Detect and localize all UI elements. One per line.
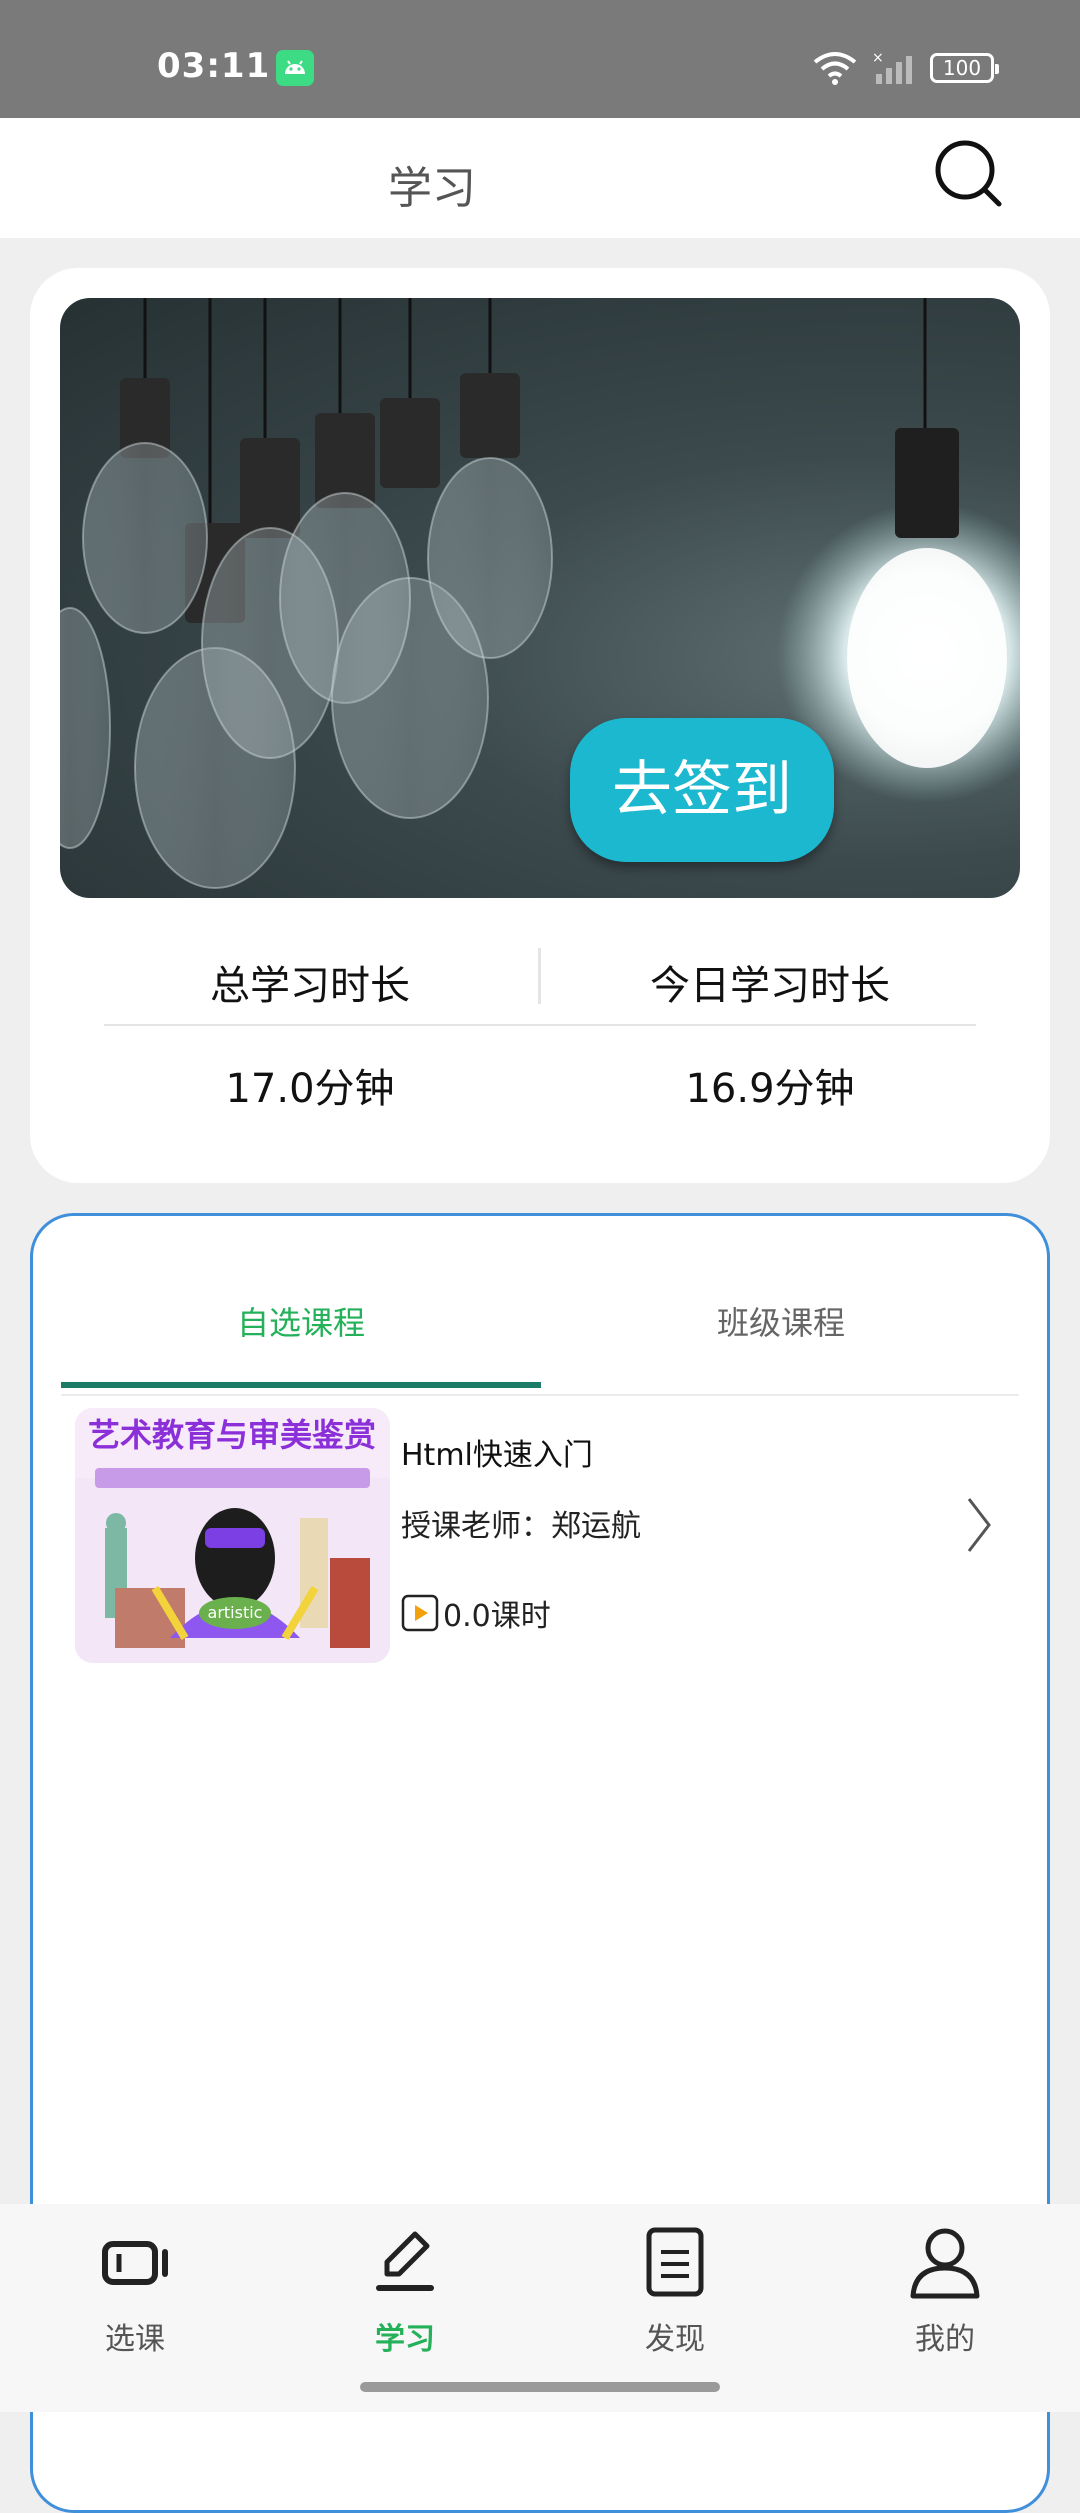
- nav-item-course-select[interactable]: 选课: [0, 2204, 270, 2384]
- status-time: 03:11: [157, 46, 271, 86]
- banner-image: 去签到: [60, 298, 1020, 898]
- study-summary-card: 去签到 总学习时长 今日学习时长 17.0分钟 16.9分钟: [30, 268, 1050, 1183]
- chevron-right-icon[interactable]: [961, 1493, 997, 1557]
- status-bar: 03:11 × 100: [0, 0, 1080, 118]
- home-indicator[interactable]: [360, 2382, 720, 2392]
- document-icon: [646, 2227, 704, 2297]
- thumbnail-title: 艺术教育与审美鉴赏: [88, 1416, 376, 1454]
- tab-baseline: [61, 1394, 1019, 1396]
- search-icon: [935, 140, 1002, 207]
- nav-item-mine[interactable]: 我的: [810, 2204, 1080, 2384]
- play-icon: [401, 1594, 439, 1632]
- study-stats: 总学习时长 今日学习时长 17.0分钟 16.9分钟: [30, 928, 1050, 1128]
- course-title: Html快速入门: [401, 1438, 593, 1473]
- course-select-icon: [102, 2241, 168, 2285]
- tab-elective-courses[interactable]: 自选课程: [61, 1298, 541, 1344]
- total-study-time-value: 17.0分钟: [225, 1066, 395, 1112]
- search-button[interactable]: [933, 138, 1005, 210]
- course-hours: 0.0课时: [401, 1591, 551, 1635]
- tab-active-indicator: [61, 1382, 541, 1388]
- nav-item-study[interactable]: 学习: [270, 2204, 540, 2384]
- svg-text:artistic: artistic: [208, 1603, 263, 1622]
- checkin-button[interactable]: 去签到: [570, 718, 834, 862]
- stats-separator: [104, 1024, 976, 1026]
- page-title: 学习: [388, 163, 476, 214]
- nav-label-discover: 发现: [645, 2322, 705, 2357]
- battery-indicator: 100: [930, 53, 999, 83]
- signal-icon: ×: [872, 50, 912, 84]
- course-teacher: 授课老师：郑运航: [401, 1509, 641, 1544]
- course-hours-value: 0.0课时: [443, 1599, 551, 1634]
- total-study-time-label: 总学习时长: [210, 963, 410, 1009]
- person-icon: [910, 2228, 980, 2299]
- today-study-time-value: 16.9分钟: [685, 1066, 855, 1112]
- today-study-time-label: 今日学习时长: [650, 963, 890, 1009]
- tab-class-courses[interactable]: 班级课程: [541, 1298, 1021, 1344]
- android-icon: [276, 50, 314, 86]
- nav-item-discover[interactable]: 发现: [540, 2204, 810, 2384]
- wifi-icon: [813, 52, 857, 85]
- nav-label-mine: 我的: [915, 2322, 975, 2357]
- app-header: 学习: [0, 118, 1080, 238]
- nav-label-study: 学习: [375, 2322, 435, 2357]
- course-thumbnail: 艺术教育与审美鉴赏 artistic: [75, 1408, 390, 1663]
- svg-text:×: ×: [872, 50, 884, 66]
- nav-label-course-select: 选课: [105, 2322, 165, 2357]
- light-bulbs-image: [60, 298, 1020, 889]
- course-list-item[interactable]: 艺术教育与审美鉴赏 artistic Html快速入门 授课老师：郑运航 0.0…: [61, 1408, 1021, 1674]
- pencil-icon: [376, 2231, 434, 2291]
- bottom-nav: 选课 学习 发现 我的: [0, 2204, 1080, 2412]
